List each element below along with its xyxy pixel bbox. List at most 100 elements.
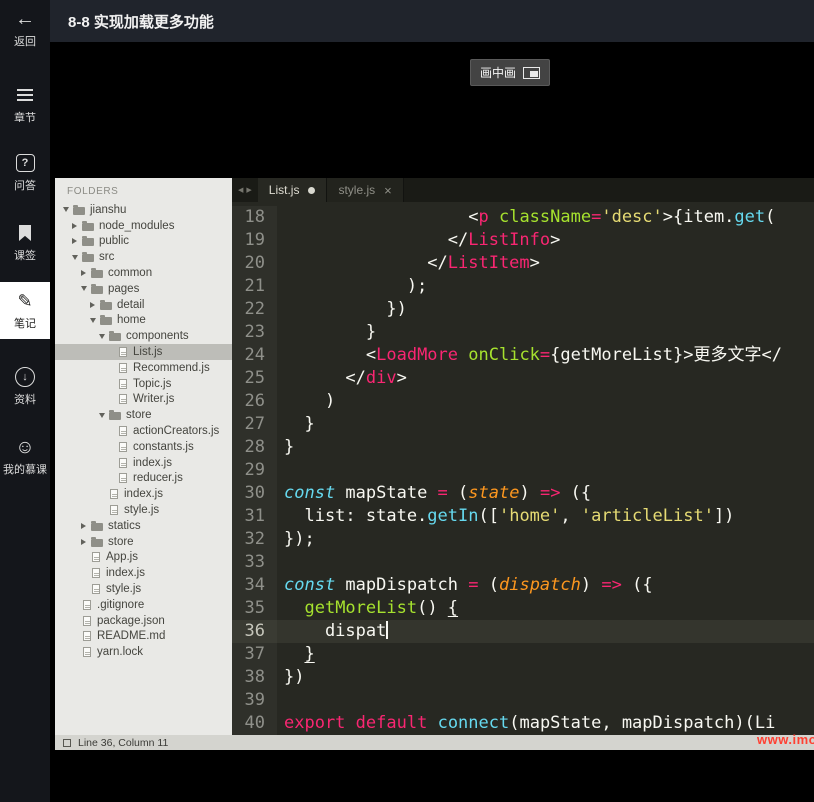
disclosure-arrow-icon[interactable] bbox=[81, 286, 90, 291]
tree-item-label: store bbox=[108, 535, 134, 548]
tree-folder-components[interactable]: components bbox=[55, 328, 232, 344]
line-number: 38 bbox=[232, 666, 277, 689]
sidebar-item-notes[interactable]: 笔记 bbox=[0, 282, 50, 339]
tree-file-actionCreators.js[interactable]: actionCreators.js bbox=[55, 423, 232, 439]
video-area[interactable]: 画中画 FOLDERS jianshu node_modules public src… bbox=[50, 42, 814, 802]
disclosure-arrow-icon[interactable] bbox=[81, 270, 90, 276]
tree-file-README.md[interactable]: README.md bbox=[55, 629, 232, 645]
code-line-32[interactable]: 32}); bbox=[232, 528, 814, 551]
tree-file-.gitignore[interactable]: .gitignore bbox=[55, 597, 232, 613]
file-icon bbox=[83, 631, 91, 642]
tree-file-reducer.js[interactable]: reducer.js bbox=[55, 471, 232, 487]
sidebar-item-qa[interactable]: 问答 bbox=[0, 152, 50, 193]
code-line-33[interactable]: 33 bbox=[232, 551, 814, 574]
tree-file-yarn.lock[interactable]: yarn.lock bbox=[55, 644, 232, 660]
cursor-position-text: Line 36, Column 11 bbox=[78, 736, 169, 749]
code-line-26[interactable]: 26 ) bbox=[232, 390, 814, 413]
code-line-30[interactable]: 30 const mapState = (state) => ({ bbox=[232, 482, 814, 505]
file-icon bbox=[119, 441, 127, 452]
code-line-39[interactable]: 39 bbox=[232, 689, 814, 712]
code-area[interactable]: 18 <p className='desc'>{item.get(19 </Li… bbox=[232, 202, 814, 735]
disclosure-arrow-icon[interactable] bbox=[63, 207, 72, 212]
tree-file-index.js[interactable]: index.js bbox=[55, 565, 232, 581]
file-icon bbox=[119, 347, 127, 358]
tab-scroll-right-icon[interactable]: ▶ bbox=[246, 186, 251, 194]
close-tab-icon[interactable]: × bbox=[384, 184, 392, 197]
tree-folder-home[interactable]: home bbox=[55, 313, 232, 329]
disclosure-arrow-icon[interactable] bbox=[81, 523, 90, 529]
tree-folder-common[interactable]: common bbox=[55, 265, 232, 281]
code-line-27[interactable]: 27 } bbox=[232, 413, 814, 436]
file-icon bbox=[119, 394, 127, 405]
code-line-29[interactable]: 29 bbox=[232, 459, 814, 482]
tree-file-Writer.js[interactable]: Writer.js bbox=[55, 392, 232, 408]
folder-icon bbox=[100, 315, 112, 326]
code-line-22[interactable]: 22 }) bbox=[232, 298, 814, 321]
tree-folder-detail[interactable]: detail bbox=[55, 297, 232, 313]
line-number: 28 bbox=[232, 436, 277, 459]
tree-file-package.json[interactable]: package.json bbox=[55, 613, 232, 629]
tree-file-Topic.js[interactable]: Topic.js bbox=[55, 376, 232, 392]
tree-folder-public[interactable]: public bbox=[55, 234, 232, 250]
sidebar-item-mooc[interactable]: 我的慕课 bbox=[0, 436, 50, 477]
pip-button[interactable]: 画中画 bbox=[470, 59, 551, 86]
disclosure-arrow-icon[interactable] bbox=[72, 255, 81, 260]
code-line-25[interactable]: 25 </div> bbox=[232, 367, 814, 390]
code-line-34[interactable]: 34 const mapDispatch = (dispatch) => ({ bbox=[232, 574, 814, 597]
folders-heading: FOLDERS bbox=[67, 186, 119, 197]
code-line-37[interactable]: 37 } bbox=[232, 643, 814, 666]
tree-file-Recommend.js[interactable]: Recommend.js bbox=[55, 360, 232, 376]
tree-file-style.js[interactable]: style.js bbox=[55, 502, 232, 518]
code-line-28[interactable]: 28} bbox=[232, 436, 814, 459]
disclosure-arrow-icon[interactable] bbox=[72, 238, 81, 244]
code-line-19[interactable]: 19 </ListInfo> bbox=[232, 229, 814, 252]
code-line-24[interactable]: 24 <LoadMore onClick={getMoreList}>更多文字<… bbox=[232, 344, 814, 367]
code-line-35[interactable]: 35 getMoreList() { bbox=[232, 597, 814, 620]
tree-file-index.js[interactable]: index.js bbox=[55, 486, 232, 502]
tree-folder-statics[interactable]: statics bbox=[55, 518, 232, 534]
tree-folder-pages[interactable]: pages bbox=[55, 281, 232, 297]
sidebar-item-bookmark[interactable]: 课签 bbox=[0, 222, 50, 263]
sidebar-item-chapters[interactable]: 章节 bbox=[0, 84, 50, 125]
download-icon bbox=[15, 366, 35, 388]
disclosure-arrow-icon[interactable] bbox=[90, 302, 99, 308]
tree-item-label: README.md bbox=[97, 630, 166, 643]
code-line-40[interactable]: 40 export default connect(mapState, mapDi… bbox=[232, 712, 814, 735]
tree-file-App.js[interactable]: App.js bbox=[55, 550, 232, 566]
code-line-31[interactable]: 31 list: state.getIn(['home', 'articleLi… bbox=[232, 505, 814, 528]
code-line-36[interactable]: 36 dispat bbox=[232, 620, 814, 643]
tab-style.js[interactable]: style.js × bbox=[327, 178, 404, 202]
code-text: } bbox=[284, 437, 295, 457]
disclosure-arrow-icon[interactable] bbox=[99, 413, 108, 418]
file-icon bbox=[83, 615, 91, 626]
code-line-38[interactable]: 38}) bbox=[232, 666, 814, 689]
tree-folder-src[interactable]: src bbox=[55, 249, 232, 265]
code-line-23[interactable]: 23 } bbox=[232, 321, 814, 344]
tab-scroll-left-icon[interactable]: ◀ bbox=[238, 186, 243, 194]
disclosure-arrow-icon[interactable] bbox=[99, 334, 108, 339]
line-number: 21 bbox=[232, 275, 277, 298]
tree-folder-jianshu[interactable]: jianshu bbox=[55, 202, 232, 218]
disclosure-arrow-icon[interactable] bbox=[72, 223, 81, 229]
tree-file-style.js[interactable]: style.js bbox=[55, 581, 232, 597]
code-line-18[interactable]: 18 <p className='desc'>{item.get( bbox=[232, 206, 814, 229]
code-line-20[interactable]: 20 </ListItem> bbox=[232, 252, 814, 275]
tree-item-label: public bbox=[99, 235, 130, 248]
editor-window: FOLDERS jianshu node_modules public src comm… bbox=[55, 178, 814, 750]
disclosure-arrow-icon[interactable] bbox=[81, 539, 90, 545]
sidebar-item-materials[interactable]: 资料 bbox=[0, 366, 50, 407]
code-text: <p className='desc'>{item.get( bbox=[284, 207, 776, 227]
code-text: }) bbox=[284, 667, 305, 687]
tab-List.js[interactable]: List.js bbox=[257, 178, 328, 202]
code-line-21[interactable]: 21 ); bbox=[232, 275, 814, 298]
sidebar-item-back[interactable]: 返回 bbox=[0, 8, 50, 49]
disclosure-arrow-icon[interactable] bbox=[90, 318, 99, 323]
tree-file-constants.js[interactable]: constants.js bbox=[55, 439, 232, 455]
tree-folder-store[interactable]: store bbox=[55, 534, 232, 550]
tree-file-index.js[interactable]: index.js bbox=[55, 455, 232, 471]
tree-folder-node_modules[interactable]: node_modules bbox=[55, 218, 232, 234]
tree-file-List.js[interactable]: List.js bbox=[55, 344, 232, 360]
status-bar: Line 36, Column 11 bbox=[55, 735, 814, 750]
tree-folder-store[interactable]: store bbox=[55, 407, 232, 423]
watermark: www.imooc.com bbox=[757, 732, 814, 747]
